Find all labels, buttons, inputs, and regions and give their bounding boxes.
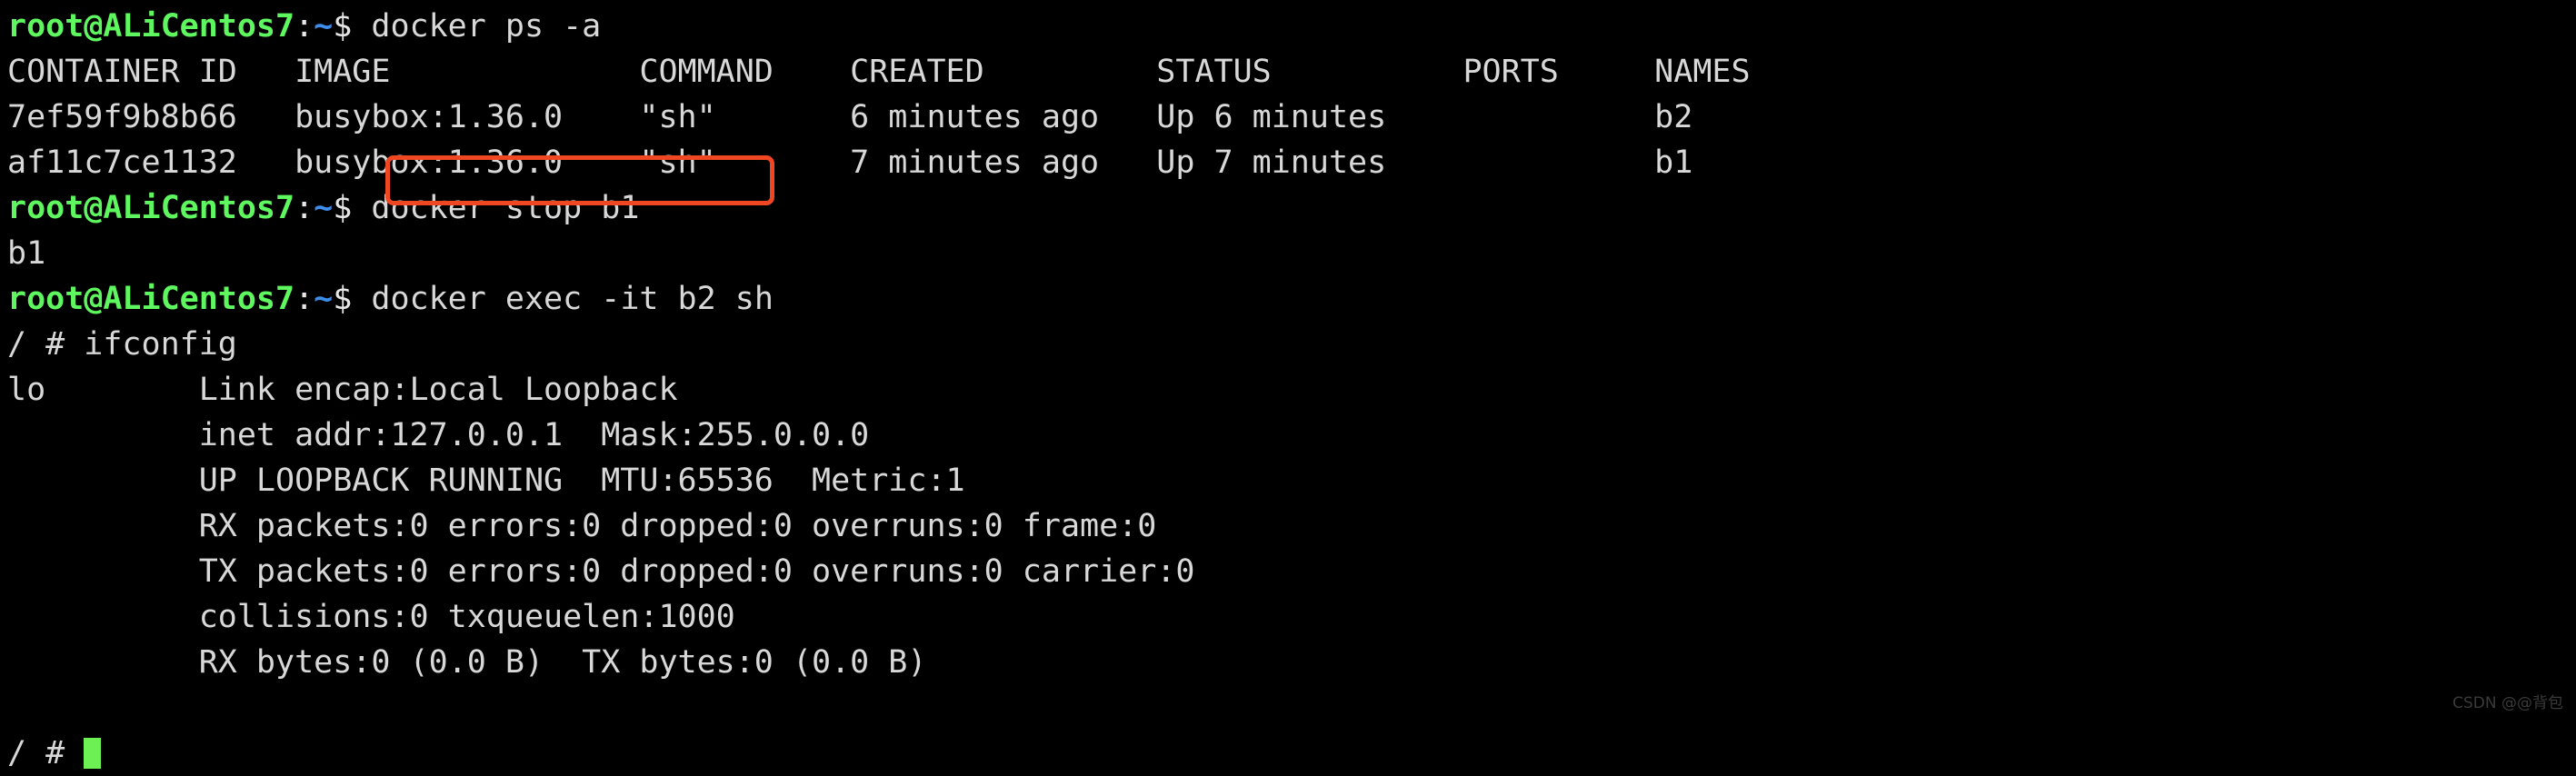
prompt-symbol: $ <box>333 190 353 226</box>
prompt-path: ~ <box>314 8 334 45</box>
watermark-label: CSDN @@背包 <box>2452 694 2563 712</box>
terminal-line-prompt-stop: root@ALiCentos7:~$ docker stop b1 <box>7 185 2576 231</box>
container-prompt: / # <box>7 735 65 771</box>
text-cursor <box>84 738 102 769</box>
ifconfig-output-line: RX bytes:0 (0.0 B) TX bytes:0 (0.0 B) <box>7 644 927 681</box>
command-ifconfig: ifconfig <box>65 326 237 363</box>
ifconfig-output-line: lo Link encap:Local Loopback <box>7 372 678 408</box>
prompt-colon: : <box>295 8 315 45</box>
ifconfig-output-line: collisions:0 txqueuelen:1000 <box>7 599 735 635</box>
prompt-user-host: root@ALiCentos7 <box>7 8 295 45</box>
prompt-path: ~ <box>314 281 334 317</box>
terminal-line-prompt-ps: root@ALiCentos7:~$ docker ps -a <box>7 4 2576 49</box>
prompt-symbol: $ <box>333 8 353 45</box>
terminal-line-active-prompt[interactable]: / # <box>7 731 2576 776</box>
terminal-line-prompt-exec: root@ALiCentos7:~$ docker exec -it b2 sh <box>7 276 2576 322</box>
terminal-window[interactable]: root@ALiCentos7:~$ docker ps -a CONTAINE… <box>0 0 2576 771</box>
ps-table-header: CONTAINER ID IMAGE COMMAND CREATED STATU… <box>7 54 1751 90</box>
prompt-symbol: $ <box>333 281 353 317</box>
prompt-user-host: root@ALiCentos7 <box>7 281 295 317</box>
ifconfig-output-line: RX packets:0 errors:0 dropped:0 overruns… <box>7 508 1157 544</box>
prompt-colon: : <box>295 190 315 226</box>
command-docker-stop: docker stop b1 <box>352 190 640 226</box>
ifconfig-output-line: TX packets:0 errors:0 dropped:0 overruns… <box>7 553 1195 590</box>
prompt-path: ~ <box>314 190 334 226</box>
ifconfig-output-line: UP LOOPBACK RUNNING MTU:65536 Metric:1 <box>7 463 965 499</box>
terminal-line-container-ifconfig: / # ifconfig <box>7 322 2576 367</box>
prompt-user-host: root@ALiCentos7 <box>7 190 295 226</box>
ps-table-row: af11c7ce1132 busybox:1.36.0 "sh" 7 minut… <box>7 144 1693 181</box>
prompt-colon: : <box>295 281 315 317</box>
command-docker-ps: docker ps -a <box>352 8 602 45</box>
command-docker-exec: docker exec -it b2 sh <box>352 281 774 317</box>
ifconfig-output-line: inet addr:127.0.0.1 Mask:255.0.0.0 <box>7 417 870 453</box>
stop-command-output: b1 <box>7 235 46 272</box>
container-prompt: / # <box>7 326 65 363</box>
ps-table-row: 7ef59f9b8b66 busybox:1.36.0 "sh" 6 minut… <box>7 99 1693 135</box>
